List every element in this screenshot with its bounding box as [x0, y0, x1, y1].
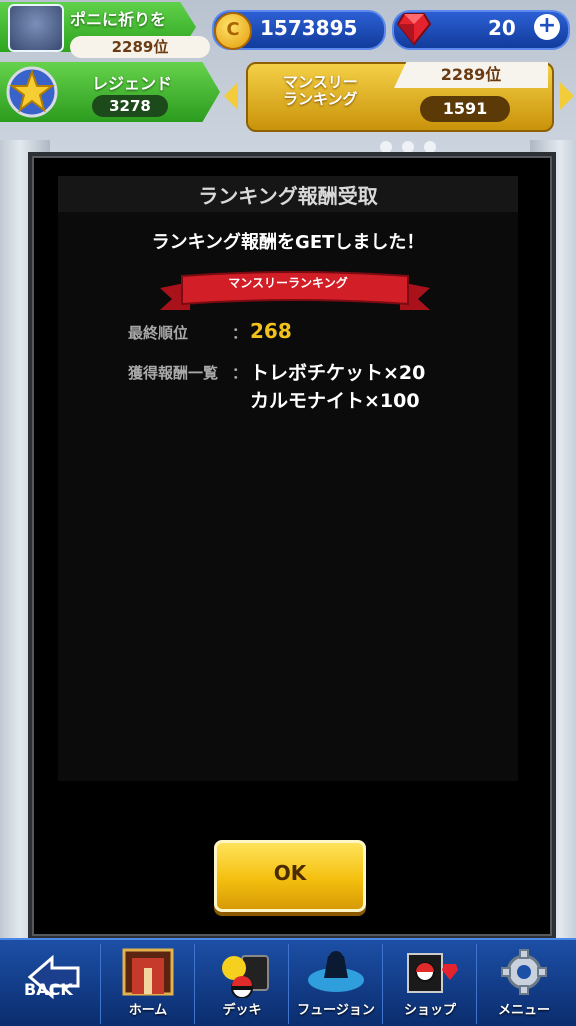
final-rank-value: 268 — [250, 319, 292, 343]
nav-label-menu: メニュー — [497, 1003, 550, 1018]
back-label: BACK — [24, 980, 73, 999]
gear-icon — [501, 949, 547, 995]
coin-icon: C — [214, 12, 252, 50]
monthly-ranking-rank: 2289位 — [394, 62, 548, 88]
nav-fusion[interactable]: フュージョン — [288, 944, 383, 1024]
home-icon — [122, 948, 174, 996]
nav-home[interactable]: ホーム — [100, 944, 195, 1024]
nav-menu[interactable]: メニュー — [476, 944, 571, 1024]
gem-icon — [396, 13, 432, 46]
deck-icon — [222, 955, 269, 998]
fusion-icon — [308, 951, 364, 992]
nav-label-fusion: フュージョン — [297, 1003, 375, 1018]
reward-item: トレボチケット×20 — [250, 362, 426, 384]
player-rank: 2289位 — [70, 36, 210, 58]
dialog-title: ランキング報酬受取 — [198, 184, 378, 208]
add-gems-button[interactable]: + — [534, 14, 560, 40]
nav-label-shop: ショップ — [403, 1003, 456, 1018]
player-panel[interactable]: ポニに祈りを 2289位 — [0, 0, 215, 62]
rewards-colon: ： — [232, 364, 248, 382]
monthly-ranking-title: マンスリー ランキング — [283, 73, 358, 108]
star-icon — [6, 66, 58, 118]
nav-deck[interactable]: デッキ — [194, 944, 289, 1024]
ribbon-label: マンスリーランキング — [228, 276, 348, 290]
gem-value: 20 — [488, 16, 516, 40]
chevron-left-icon[interactable] — [224, 82, 238, 110]
nav-shop[interactable]: ショップ — [382, 944, 477, 1024]
league-name: レジェンド — [92, 74, 173, 93]
dialog-message: ランキング報酬をGETしました！ — [151, 232, 425, 253]
ok-button[interactable]: OK — [214, 840, 366, 912]
coin-value: 1573895 — [260, 16, 358, 40]
rewards-label: 獲得報酬一覧 — [128, 364, 219, 382]
avatar — [8, 4, 64, 52]
league-points: 3278 — [92, 95, 168, 117]
monthly-ranking-points: 1591 — [420, 96, 510, 122]
shop-icon — [407, 953, 458, 993]
back-button[interactable]: BACK — [4, 944, 98, 1024]
player-name: ポニに祈りを — [70, 10, 167, 29]
final-rank-colon: ： — [232, 324, 248, 342]
dialog-content — [58, 176, 518, 781]
nav-label-home: ホーム — [128, 1003, 168, 1018]
nav-label-deck: デッキ — [222, 1003, 262, 1018]
final-rank-label: 最終順位 — [128, 324, 189, 342]
chevron-right-icon[interactable] — [560, 82, 574, 110]
reward-item: カルモナイト×100 — [250, 390, 420, 412]
